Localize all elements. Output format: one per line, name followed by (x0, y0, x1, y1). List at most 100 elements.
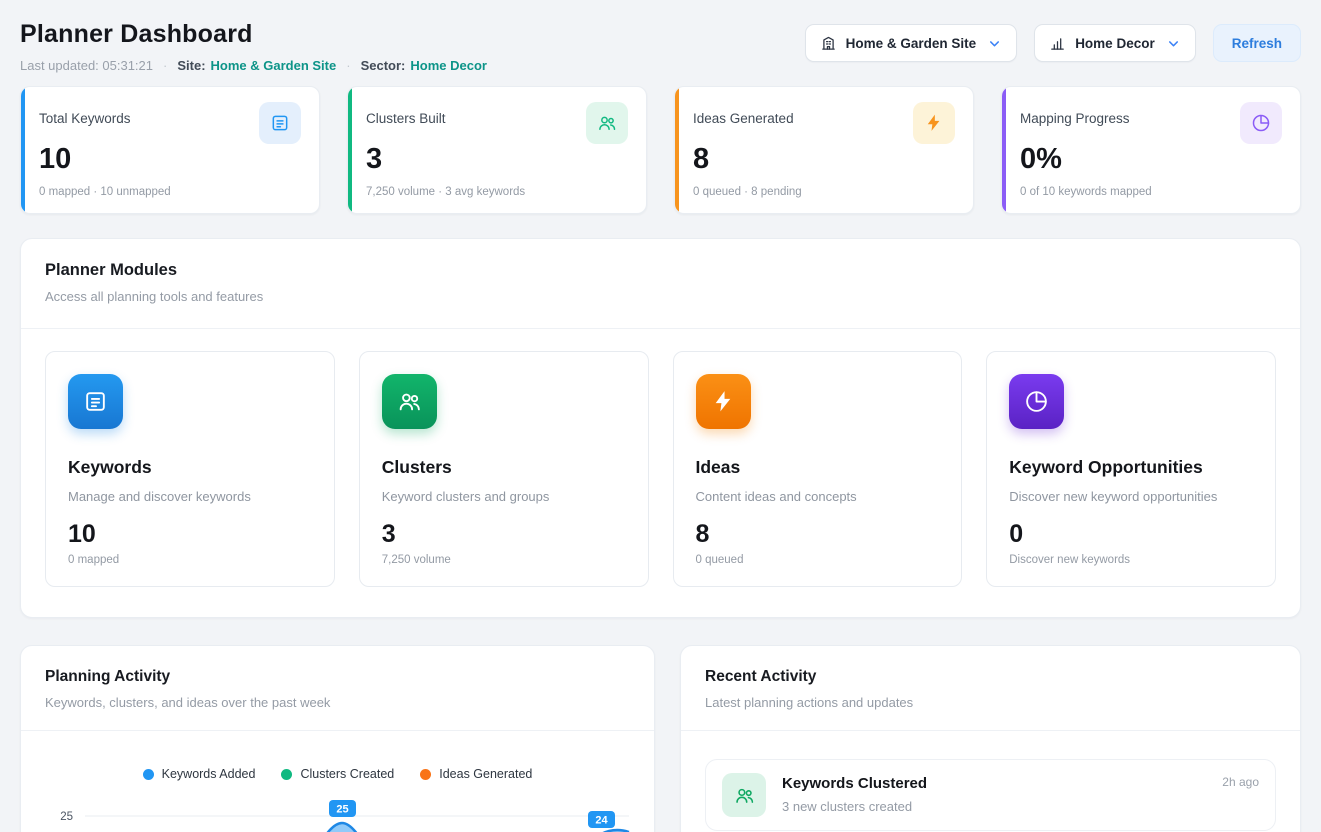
module-value: 8 (696, 520, 940, 549)
lightning-icon (696, 374, 751, 429)
bottom-row: Planning Activity Keywords, clusters, an… (20, 645, 1301, 832)
last-updated: Last updated: 05:31:21 (20, 58, 153, 73)
site-link[interactable]: Home & Garden Site (211, 58, 337, 73)
section-subtitle: Access all planning tools and features (45, 289, 1276, 304)
panel-subtitle: Latest planning actions and updates (705, 695, 1276, 710)
panel-title: Recent Activity (705, 668, 1276, 686)
legend-dot (420, 769, 431, 780)
legend-item-ideas-generated: Ideas Generated (420, 767, 532, 781)
data-point-label-25: 25 (329, 800, 356, 817)
pie-chart-icon (1009, 374, 1064, 429)
legend-label: Clusters Created (300, 767, 394, 781)
planning-activity-panel: Planning Activity Keywords, clusters, an… (20, 645, 655, 832)
panel-subtitle: Keywords, clusters, and ideas over the p… (45, 695, 630, 710)
module-caption: Discover new keywords (1009, 554, 1253, 566)
topbar-controls: Home & Garden Site Home Decor Refresh (805, 24, 1301, 62)
module-caption: 0 mapped (68, 554, 312, 566)
sector-label: Sector: (361, 58, 406, 73)
planner-modules-section: Planner Modules Access all planning tool… (20, 238, 1301, 618)
module-title: Clusters (382, 457, 626, 478)
recent-item-title: Keywords Clustered (782, 775, 927, 792)
module-title: Keywords (68, 457, 312, 478)
topbar-left: Planner Dashboard Last updated: 05:31:21… (20, 16, 487, 73)
planner-modules-header: Planner Modules Access all planning tool… (21, 239, 1300, 329)
svg-text:24: 24 (595, 815, 608, 827)
stat-card-clusters-built: Clusters Built 3 7,250 volume · 3 avg ke… (347, 86, 647, 214)
stat-label: Mapping Progress (1020, 102, 1130, 126)
users-icon (382, 374, 437, 429)
stat-caption: 0 of 10 keywords mapped (1020, 186, 1282, 198)
module-card-keyword-opportunities[interactable]: Keyword Opportunities Discover new keywo… (986, 351, 1276, 587)
module-caption: 0 queued (696, 554, 940, 566)
stat-caption: 7,250 volume · 3 avg keywords (366, 186, 628, 198)
bar-chart-icon (1049, 35, 1066, 52)
legend-label: Keywords Added (162, 767, 256, 781)
legend-item-clusters-created: Clusters Created (281, 767, 394, 781)
module-value: 10 (68, 520, 312, 549)
module-description: Keyword clusters and groups (382, 489, 626, 504)
stat-card-total-keywords: Total Keywords 10 0 mapped · 10 unmapped (20, 86, 320, 214)
svg-text:25: 25 (336, 804, 348, 816)
stats-row: Total Keywords 10 0 mapped · 10 unmapped… (20, 86, 1301, 214)
panel-title: Planning Activity (45, 668, 630, 686)
recent-item-timestamp: 2h ago (1222, 775, 1259, 789)
planning-activity-header: Planning Activity Keywords, clusters, an… (21, 646, 654, 731)
document-lines-icon (68, 374, 123, 429)
stat-label: Ideas Generated (693, 102, 794, 126)
legend-dot (281, 769, 292, 780)
sector-selector-label: Home Decor (1075, 36, 1155, 51)
users-icon (722, 773, 766, 817)
module-card-ideas[interactable]: Ideas Content ideas and concepts 8 0 que… (673, 351, 963, 587)
building-icon (820, 35, 837, 52)
users-icon (586, 102, 628, 144)
topbar: Planner Dashboard Last updated: 05:31:21… (20, 16, 1301, 73)
refresh-button[interactable]: Refresh (1213, 24, 1301, 62)
data-point-label-24: 24 (588, 811, 615, 828)
stat-caption: 0 mapped · 10 unmapped (39, 186, 301, 198)
module-value: 0 (1009, 520, 1253, 549)
stat-card-ideas-generated: Ideas Generated 8 0 queued · 8 pending (674, 86, 974, 214)
legend-item-keywords-added: Keywords Added (143, 767, 256, 781)
legend-label: Ideas Generated (439, 767, 532, 781)
stat-caption: 0 queued · 8 pending (693, 186, 955, 198)
meta-line: Last updated: 05:31:21 · Site: Home & Ga… (20, 58, 487, 73)
recent-activity-header: Recent Activity Latest planning actions … (681, 646, 1300, 731)
modules-grid: Keywords Manage and discover keywords 10… (21, 329, 1300, 617)
site-selector-label: Home & Garden Site (846, 36, 977, 51)
recent-activity-panel: Recent Activity Latest planning actions … (680, 645, 1301, 832)
document-lines-icon (259, 102, 301, 144)
module-title: Keyword Opportunities (1009, 457, 1253, 478)
module-caption: 7,250 volume (382, 554, 626, 566)
chart-legend: Keywords Added Clusters Created Ideas Ge… (21, 767, 654, 781)
stat-value: 0% (1020, 144, 1282, 176)
planning-activity-chart: 25 25 24 (39, 793, 633, 832)
pie-chart-icon (1240, 102, 1282, 144)
module-value: 3 (382, 520, 626, 549)
chevron-down-icon (987, 36, 1002, 51)
stat-label: Total Keywords (39, 102, 131, 126)
chart-area: 25 25 24 (39, 793, 654, 832)
separator-dot: · (346, 58, 350, 73)
y-axis-tick-25: 25 (60, 811, 73, 823)
sector-selector[interactable]: Home Decor (1034, 24, 1196, 62)
module-description: Content ideas and concepts (696, 489, 940, 504)
stat-value: 8 (693, 144, 955, 176)
stat-value: 10 (39, 144, 301, 176)
sector-link[interactable]: Home Decor (410, 58, 487, 73)
section-title: Planner Modules (45, 261, 1276, 280)
module-title: Ideas (696, 457, 940, 478)
module-card-keywords[interactable]: Keywords Manage and discover keywords 10… (45, 351, 335, 587)
site-label: Site: (177, 58, 205, 73)
planner-dashboard-page: Planner Dashboard Last updated: 05:31:21… (0, 0, 1321, 832)
lightning-icon (913, 102, 955, 144)
stat-card-mapping-progress: Mapping Progress 0% 0 of 10 keywords map… (1001, 86, 1301, 214)
module-card-clusters[interactable]: Clusters Keyword clusters and groups 3 7… (359, 351, 649, 587)
legend-dot (143, 769, 154, 780)
recent-activity-item: Keywords Clustered 3 new clusters create… (705, 759, 1276, 831)
chevron-down-icon (1166, 36, 1181, 51)
recent-item-texts: Keywords Clustered 3 new clusters create… (782, 773, 927, 814)
site-selector[interactable]: Home & Garden Site (805, 24, 1018, 62)
recent-item-description: 3 new clusters created (782, 799, 927, 814)
separator-dot: · (163, 58, 167, 73)
stat-label: Clusters Built (366, 102, 446, 126)
